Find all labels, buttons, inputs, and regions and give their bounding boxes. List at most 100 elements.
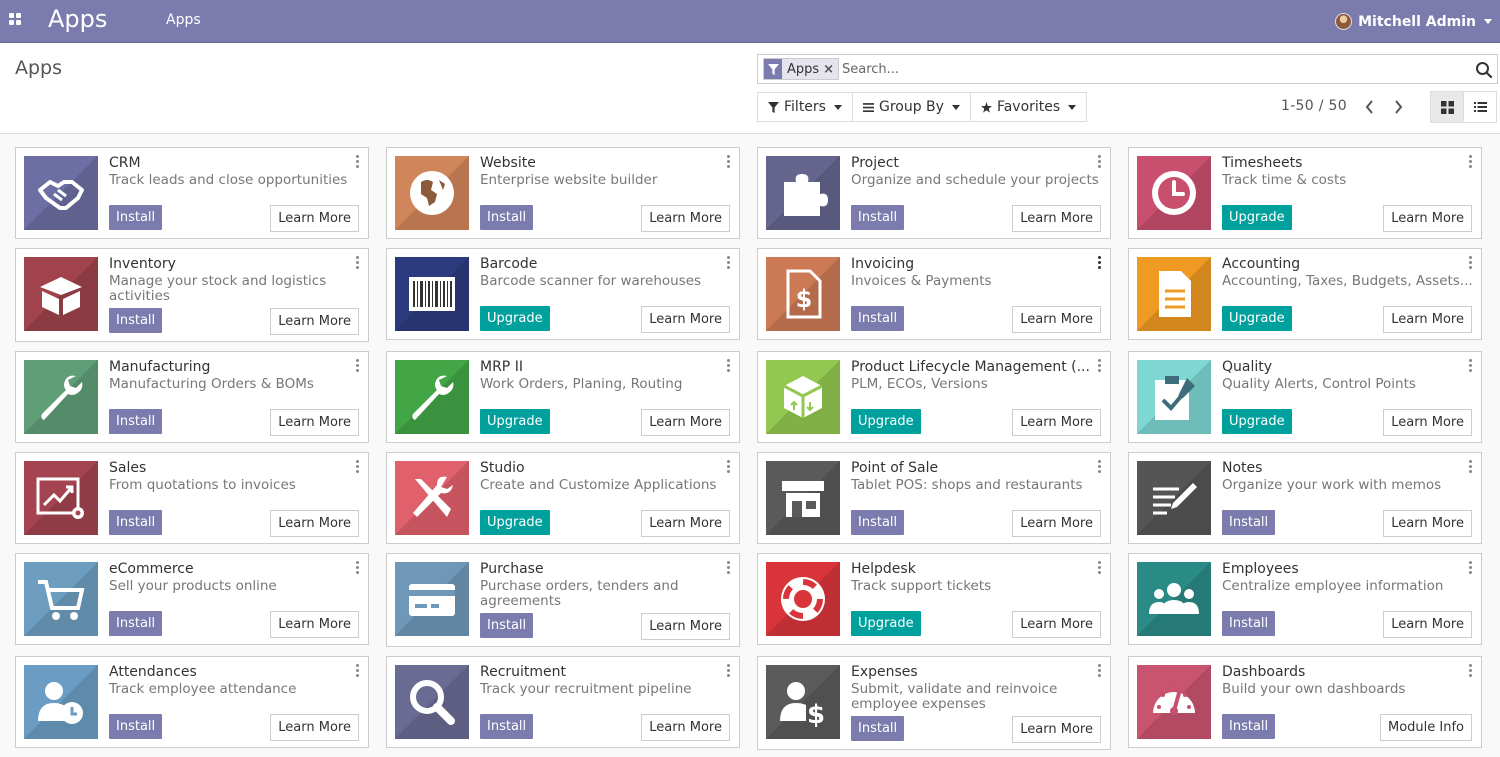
search-icon[interactable] [1475,61,1493,79]
install-button[interactable]: Install [851,716,905,741]
upgrade-button[interactable]: Upgrade [1222,306,1292,331]
install-button[interactable]: Install [1222,611,1276,636]
app-switcher-grid-icon[interactable] [9,13,22,26]
more-options-icon[interactable] [1098,359,1102,373]
upgrade-button[interactable]: Upgrade [480,306,550,331]
learn-more-button[interactable]: Learn More [270,409,359,436]
install-button[interactable]: Install [109,409,163,434]
more-options-icon[interactable] [1469,256,1473,270]
install-button[interactable]: Install [851,306,905,331]
upgrade-button[interactable]: Upgrade [851,611,921,636]
more-options-icon[interactable] [1098,664,1102,678]
more-options-icon[interactable] [1469,155,1473,169]
group-by-label: Group By [878,99,944,115]
chevron-left-icon[interactable] [1363,98,1377,116]
more-options-icon[interactable] [356,256,360,270]
upgrade-button[interactable]: Upgrade [1222,205,1292,230]
more-options-icon[interactable] [356,561,360,575]
upgrade-button[interactable]: Upgrade [851,409,921,434]
more-options-icon[interactable] [727,256,731,270]
install-button[interactable]: Install [851,205,905,230]
close-icon[interactable]: × [823,62,838,77]
pager-value[interactable]: 1-50 / 50 [1281,98,1347,114]
install-button[interactable]: Install [480,205,534,230]
more-options-icon[interactable] [1469,359,1473,373]
cart-icon [38,580,85,620]
more-options-icon[interactable] [727,460,731,474]
learn-more-button[interactable]: Learn More [1012,409,1101,436]
learn-more-button[interactable]: Learn More [641,510,730,537]
install-button[interactable]: Install [109,510,163,535]
install-button[interactable]: Install [480,613,534,638]
list-view-button[interactable] [1463,91,1497,123]
app-name: eCommerce [109,561,194,577]
more-options-icon[interactable] [1098,155,1102,169]
install-button[interactable]: Install [1222,714,1276,739]
learn-more-button[interactable]: Learn More [641,714,730,741]
learn-more-button[interactable]: Learn More [270,714,359,741]
search-input[interactable] [842,58,1442,80]
lifebuoy-icon [781,577,825,621]
more-options-icon[interactable] [1098,561,1102,575]
upgrade-button[interactable]: Upgrade [480,409,550,434]
install-button[interactable]: Install [1222,510,1276,535]
learn-more-button[interactable]: Learn More [270,611,359,638]
install-button[interactable]: Install [109,308,163,333]
learn-more-button[interactable]: Learn More [1012,306,1101,333]
group-by-button[interactable]: Group By [851,92,971,122]
learn-more-button[interactable]: Learn More [1383,611,1472,638]
more-options-icon[interactable] [1469,460,1473,474]
handshake-icon [38,180,84,210]
learn-more-button[interactable]: Learn More [641,613,730,640]
chevron-right-icon[interactable] [1391,98,1405,116]
credit-card-icon [409,584,455,616]
learn-more-button[interactable]: Learn More [641,409,730,436]
upgrade-button[interactable]: Upgrade [1222,409,1292,434]
more-options-icon[interactable] [356,155,360,169]
app-name: Notes [1222,460,1263,476]
more-options-icon[interactable] [1469,664,1473,678]
more-options-icon[interactable] [356,460,360,474]
learn-more-button[interactable]: Learn More [270,308,359,335]
learn-more-button[interactable]: Learn More [270,205,359,232]
more-options-icon[interactable] [356,664,360,678]
learn-more-button[interactable]: Learn More [1012,716,1101,743]
app-card: Project Organize and schedule your projec… [757,147,1111,239]
learn-more-button[interactable]: Learn More [270,510,359,537]
learn-more-button[interactable]: Learn More [1383,205,1472,232]
learn-more-button[interactable]: Learn More [1383,510,1472,537]
app-summary: Work Orders, Planing, Routing [480,377,683,392]
more-options-icon[interactable] [1098,460,1102,474]
learn-more-button[interactable]: Learn More [1383,409,1472,436]
learn-more-button[interactable]: Learn More [1012,205,1101,232]
learn-more-button[interactable]: Learn More [641,205,730,232]
more-options-icon[interactable] [727,664,731,678]
filters-button[interactable]: Filters [757,92,853,122]
kanban-view-button[interactable] [1430,91,1464,123]
more-options-icon[interactable] [356,359,360,373]
learn-more-button[interactable]: Learn More [1012,611,1101,638]
app-card: Recruitment Track your recruitment pipeli… [386,656,740,748]
install-button[interactable]: Install [109,714,163,739]
app-summary: Accounting, Taxes, Budgets, Assets... [1222,274,1473,289]
learn-more-button[interactable]: Module Info [1379,714,1472,741]
install-button[interactable]: Install [480,714,534,739]
user-menu[interactable]: Mitchell Admin [1335,0,1500,43]
more-options-icon[interactable] [1098,256,1102,270]
app-card: $ Invoicing Invoices & Payments Install Lear… [757,248,1111,340]
favorites-button[interactable]: Favorites [969,92,1088,122]
more-options-icon[interactable] [727,359,731,373]
app-name: Inventory [109,256,176,272]
install-button[interactable]: Install [109,205,163,230]
menu-item-apps[interactable]: Apps [166,12,201,28]
more-options-icon[interactable] [727,155,731,169]
more-options-icon[interactable] [1469,561,1473,575]
learn-more-button[interactable]: Learn More [1012,510,1101,537]
install-button[interactable]: Install [109,611,163,636]
learn-more-button[interactable]: Learn More [641,306,730,333]
install-button[interactable]: Install [851,510,905,535]
app-card: Inventory Manage your stock and logistics… [15,248,369,342]
more-options-icon[interactable] [727,561,731,575]
upgrade-button[interactable]: Upgrade [480,510,550,535]
learn-more-button[interactable]: Learn More [1383,306,1472,333]
